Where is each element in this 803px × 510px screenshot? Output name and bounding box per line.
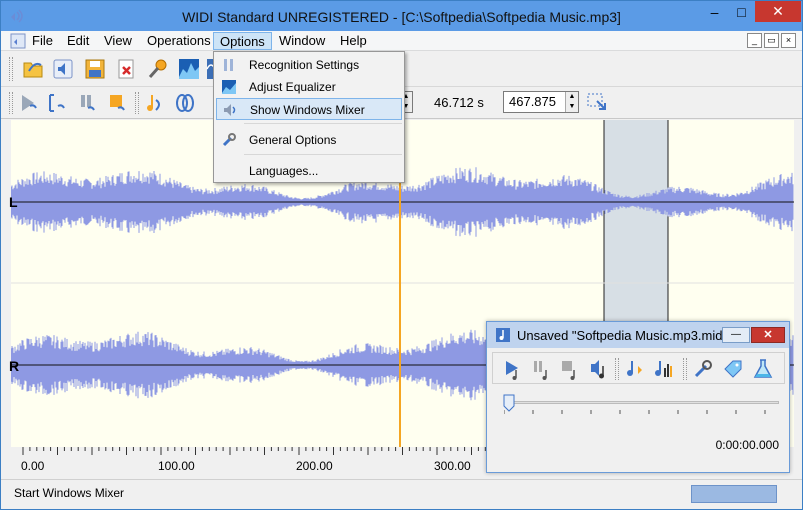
menu-item-general-options[interactable]: General Options xyxy=(216,129,402,151)
speaker-icon xyxy=(224,104,236,116)
midi-child-window: Unsaved "Softpedia Music.mp3.mid... — ✕ xyxy=(486,321,790,473)
menu-item-label: General Options xyxy=(249,133,337,147)
main-window: WIDI Standard UNREGISTERED - [C:\Softped… xyxy=(0,0,803,510)
open-icon[interactable] xyxy=(19,55,47,83)
midi-transpose-icon[interactable] xyxy=(621,355,649,383)
toolbar-separator xyxy=(683,358,687,380)
end-position-spinner[interactable]: ▲ ▼ xyxy=(565,92,578,112)
midi-minimize-button[interactable]: — xyxy=(722,327,750,343)
menu-item-languages[interactable]: Languages... xyxy=(216,160,402,182)
tick-label-200: 200.00 xyxy=(296,459,333,473)
note-wave-icon[interactable] xyxy=(141,89,169,117)
menu-view[interactable]: View xyxy=(98,32,138,50)
menu-separator xyxy=(244,154,402,155)
midi-time-display: 0:00:00.000 xyxy=(715,438,779,452)
midi-settings-icon[interactable] xyxy=(689,355,717,383)
window-title: WIDI Standard UNREGISTERED - [C:\Softped… xyxy=(182,9,621,25)
tick-label-100: 100.00 xyxy=(158,459,195,473)
midi-window-title-bar[interactable]: Unsaved "Softpedia Music.mp3.mid... — ✕ xyxy=(487,322,789,348)
menu-item-show-windows-mixer[interactable]: Show Windows Mixer xyxy=(216,98,402,120)
zoom-selection-icon[interactable] xyxy=(583,89,611,117)
menu-edit[interactable]: Edit xyxy=(61,32,95,50)
position-value: 46.712 s xyxy=(434,95,484,110)
menu-separator xyxy=(244,123,402,124)
mdi-controls: _ ▭ × xyxy=(747,33,796,48)
pause-icon[interactable] xyxy=(73,89,101,117)
left-channel-label: L xyxy=(9,194,18,210)
microphone-icon[interactable] xyxy=(144,55,172,83)
toolbar-grip[interactable] xyxy=(9,57,13,81)
menu-bar: File Edit View Operations Options Window… xyxy=(1,31,802,51)
midi-slider-ticks xyxy=(504,410,766,414)
mdi-close-button[interactable]: × xyxy=(781,33,796,48)
end-position-field[interactable]: 467.875 ▲ ▼ xyxy=(503,91,579,113)
midi-close-button[interactable]: ✕ xyxy=(751,327,785,343)
save-icon[interactable] xyxy=(81,55,109,83)
midi-stop-icon[interactable] xyxy=(555,355,583,383)
tick-label-300: 300.00 xyxy=(434,459,471,473)
menu-item-recognition-settings[interactable]: Recognition Settings xyxy=(216,54,402,76)
menu-window[interactable]: Window xyxy=(273,32,331,50)
menu-item-label: Languages... xyxy=(249,164,319,178)
midi-flask-icon[interactable] xyxy=(749,355,777,383)
stop-icon[interactable] xyxy=(103,89,131,117)
menu-help[interactable]: Help xyxy=(334,32,373,50)
menu-item-adjust-equalizer[interactable]: Adjust Equalizer xyxy=(216,76,402,98)
menu-item-label: Adjust Equalizer xyxy=(249,80,336,94)
end-position-value: 467.875 xyxy=(509,94,556,109)
midi-record-icon[interactable] xyxy=(585,355,613,383)
menu-file[interactable]: File xyxy=(26,32,59,50)
mdi-restore-button[interactable]: ▭ xyxy=(764,33,779,48)
circles-icon[interactable] xyxy=(171,89,199,117)
close-file-icon[interactable] xyxy=(112,55,140,83)
menu-item-label: Show Windows Mixer xyxy=(250,103,365,117)
tools-icon xyxy=(222,133,236,147)
menu-item-label: Recognition Settings xyxy=(249,58,360,72)
midi-pause-icon[interactable] xyxy=(527,355,555,383)
status-bar: Start Windows Mixer xyxy=(1,479,802,509)
minimize-button[interactable]: – xyxy=(701,1,728,22)
tick-label-0: 0.00 xyxy=(21,459,45,473)
midi-equalizer-icon[interactable] xyxy=(651,355,679,383)
status-progress-bar xyxy=(691,485,777,503)
status-text: Start Windows Mixer xyxy=(14,486,125,500)
midi-position-track[interactable] xyxy=(504,401,779,404)
recognition-icon xyxy=(224,59,233,71)
midi-play-icon[interactable] xyxy=(499,355,527,383)
close-button[interactable]: ✕ xyxy=(755,1,801,22)
midi-tag-icon[interactable] xyxy=(719,355,747,383)
title-bar[interactable]: WIDI Standard UNREGISTERED - [C:\Softped… xyxy=(1,1,802,31)
document-icon[interactable] xyxy=(10,33,26,49)
right-channel-label: R xyxy=(9,358,20,374)
midi-window-title: Unsaved "Softpedia Music.mp3.mid... xyxy=(517,328,722,343)
toolbar-separator xyxy=(135,92,139,114)
maximize-button[interactable]: □ xyxy=(728,1,755,22)
options-menu-dropdown: Recognition Settings Adjust Equalizer Sh… xyxy=(213,51,405,183)
play-selection-icon[interactable] xyxy=(15,89,43,117)
select-region-icon[interactable] xyxy=(43,89,71,117)
equalizer-icon xyxy=(222,80,236,94)
midi-note-icon xyxy=(496,328,510,342)
speaker-open-icon[interactable] xyxy=(49,55,77,83)
menu-operations[interactable]: Operations xyxy=(141,32,217,50)
midi-toolbar xyxy=(492,352,785,384)
mdi-minimize-button[interactable]: _ xyxy=(747,33,762,48)
toolbar-grip[interactable] xyxy=(9,92,13,114)
menu-options[interactable]: Options xyxy=(213,32,272,50)
spectrum-icon[interactable] xyxy=(175,55,203,83)
toolbar-separator xyxy=(615,358,619,380)
